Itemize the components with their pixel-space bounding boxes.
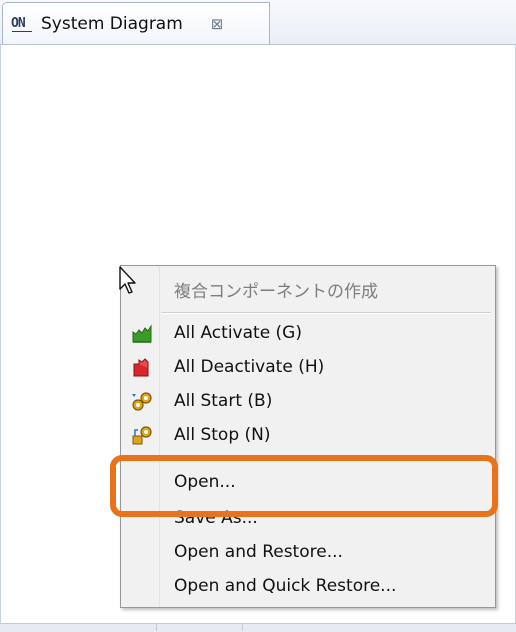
menu-item-label: Open and Restore... (174, 542, 343, 562)
menu-item-open-and-quick-restore[interactable]: Open and Quick Restore... (121, 570, 495, 604)
menu-item-all-deactivate[interactable]: All Deactivate (H) (121, 351, 495, 385)
menu-item-label: All Start (B) (174, 391, 273, 411)
menu-item-create-composite: 複合コンポーネントの作成 (121, 271, 495, 305)
menu-item-label: All Stop (N) (174, 425, 271, 445)
tab-system-diagram[interactable]: ON System Diagram ⊠ (2, 2, 270, 44)
deactivate-icon (131, 358, 153, 378)
menu-item-label: 複合コンポーネントの作成 (174, 282, 378, 302)
menu-item-all-activate[interactable]: All Activate (G) (121, 317, 495, 351)
editor-tab-bar: ON System Diagram ⊠ (0, 0, 516, 45)
context-menu: 複合コンポーネントの作成 All Activate (G) All Deacti… (120, 265, 496, 608)
tab-title: System Diagram (41, 14, 183, 34)
menu-item-open-and-restore[interactable]: Open and Restore... (121, 536, 495, 570)
menu-item-all-stop[interactable]: All Stop (N) (121, 419, 495, 453)
mouse-pointer-icon (119, 266, 136, 294)
bottom-strip-segment (156, 624, 243, 631)
system-diagram-icon: ON (11, 13, 35, 35)
activate-icon (131, 324, 153, 344)
menu-separator (161, 312, 491, 314)
menu-item-all-start[interactable]: All Start (B) (121, 385, 495, 419)
close-icon[interactable]: ⊠ (209, 16, 225, 32)
start-icon (131, 392, 153, 412)
open-item-highlight-annotation (110, 455, 498, 517)
menu-item-label: All Deactivate (H) (174, 357, 325, 377)
menu-item-label: All Activate (G) (174, 323, 302, 343)
bottom-strip-segment (0, 624, 157, 631)
stop-icon (131, 426, 153, 446)
menu-item-label: Open and Quick Restore... (174, 576, 397, 596)
